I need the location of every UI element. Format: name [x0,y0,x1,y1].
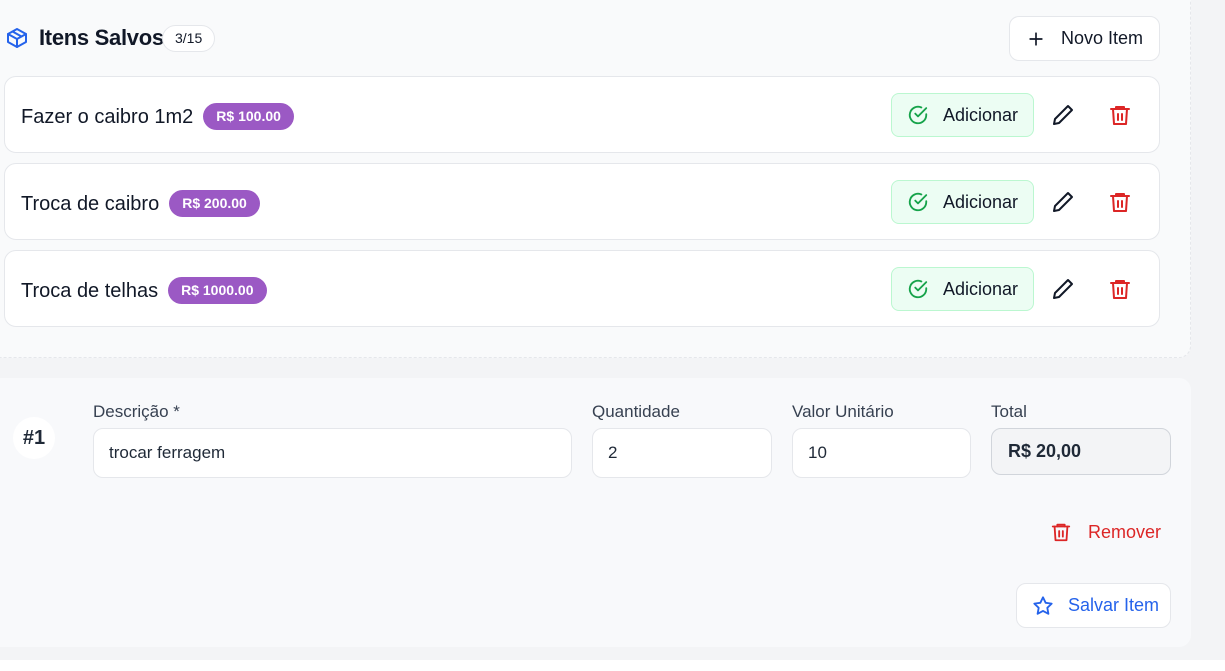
trash-icon [1051,523,1071,542]
add-item-button[interactable]: Adicionar [891,93,1034,137]
quantity-label: Quantidade [592,402,680,421]
pencil-icon[interactable] [1051,103,1075,127]
saved-item-card: Troca de telhas R$ 1000.00 Adicionar [4,250,1160,327]
saved-item-name: Troca de caibro [21,193,160,215]
price-badge: R$ 100.00 [203,103,294,130]
total-label: Total [991,402,1027,421]
check-circle-icon [908,105,928,125]
saved-item-name: Fazer o caibro 1m2 [21,106,194,128]
trash-icon[interactable] [1108,277,1132,301]
description-label: Descrição * [93,402,180,421]
saved-item-name: Troca de telhas [21,280,159,302]
pencil-icon[interactable] [1051,190,1075,214]
check-circle-icon [908,192,928,212]
unit-price-field[interactable] [792,428,971,478]
plus-icon [1029,31,1043,46]
saved-item-card: Troca de caibro R$ 200.00 Adicionar [4,163,1160,240]
add-item-button[interactable]: Adicionar [891,267,1034,311]
unit-price-label: Valor Unitário [792,402,894,421]
new-item-label: Novo Item [1061,28,1144,48]
line-number: #1 [13,417,55,459]
new-item-button[interactable]: Novo Item [1009,16,1160,61]
description-field[interactable] [93,428,572,478]
remove-label: Remover [1088,521,1162,542]
price-badge: R$ 200.00 [169,190,260,217]
check-circle-icon [908,279,928,299]
saved-item-name-row: Troca de caibro R$ 200.00 [21,190,260,217]
add-item-label: Adicionar [943,278,1019,299]
add-item-label: Adicionar [943,104,1019,125]
price-badge: R$ 1000.00 [168,277,267,304]
add-item-button[interactable]: Adicionar [891,180,1034,224]
total-value: R$ 20,00 [991,428,1171,475]
next-section-edge [0,660,1225,671]
saved-count-badge: 3/15 [162,25,216,52]
saved-items-title: Itens Salvos [39,25,164,50]
save-item-label: Salvar Item [1068,595,1160,615]
star-icon [1033,595,1053,615]
save-item-button[interactable]: Salvar Item [1016,583,1171,628]
box-icon [7,28,27,48]
saved-item-name-row: Fazer o caibro 1m2 R$ 100.00 [21,103,294,130]
pencil-icon[interactable] [1051,277,1075,301]
trash-icon[interactable] [1108,103,1132,127]
quantity-field[interactable] [592,428,772,478]
saved-items-header: Itens Salvos 3/15 Novo Item [5,16,1160,62]
saved-item-name-row: Troca de telhas R$ 1000.00 [21,277,267,304]
saved-item-card: Fazer o caibro 1m2 R$ 100.00 Adicionar [4,76,1160,153]
trash-icon[interactable] [1108,190,1132,214]
remove-button[interactable]: Remover [1050,518,1161,546]
add-item-label: Adicionar [943,191,1019,212]
